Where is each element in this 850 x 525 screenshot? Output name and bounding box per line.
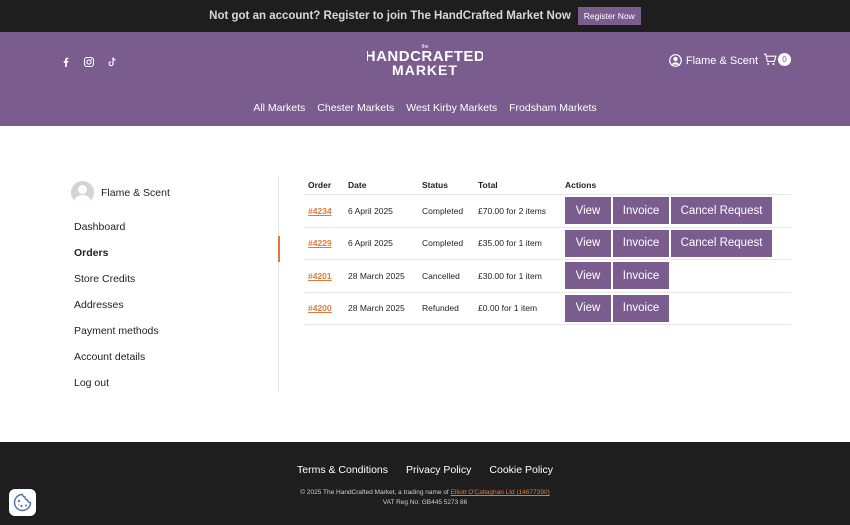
account-name: Flame & Scent	[685, 54, 758, 67]
table-row: #4200 28 March 2025 Refunded £0.00 for 1…	[304, 292, 791, 325]
sidebar-item-addresses[interactable]: Addresses	[71, 292, 278, 318]
order-status: Refunded	[418, 292, 474, 325]
invoice-button[interactable]: Invoice	[613, 229, 669, 257]
sidebar-user-name: Flame & Scent	[101, 186, 170, 199]
order-total: £70.00 for 2 items	[474, 194, 561, 228]
company-link[interactable]: Elliott O'Callaghan Ltd (14677390)	[451, 489, 550, 496]
site-logo[interactable]: the HANDCRAFTED MARKET	[365, 43, 485, 79]
order-date: 28 March 2025	[344, 259, 418, 293]
invoice-button[interactable]: Invoice	[613, 262, 669, 290]
cookie-policy-link[interactable]: Cookie Policy	[489, 464, 553, 476]
order-number-link[interactable]: #4229	[304, 227, 344, 260]
account-link[interactable]: Flame & Scent	[668, 54, 758, 67]
account-sidebar: Flame & Scent Dashboard Orders Store Cre…	[71, 176, 280, 392]
site-footer: Terms & Conditions Privacy Policy Cookie…	[0, 442, 850, 525]
announcement-bar: Not got an account? Register to join The…	[0, 0, 850, 32]
account-menu: Dashboard Orders Store Credits Addresses…	[71, 214, 278, 396]
view-order-button[interactable]: View	[565, 294, 611, 322]
order-total: £35.00 for 1 item	[474, 227, 561, 260]
nav-frodsham-markets[interactable]: Frodsham Markets	[509, 102, 597, 114]
cart-button[interactable]: 0	[763, 53, 791, 66]
table-row: #4229 6 April 2025 Completed £35.00 for …	[304, 227, 791, 260]
column-header-order: Order	[304, 176, 344, 195]
order-actions: View Invoice Cancel Request	[561, 194, 791, 228]
nav-all-markets[interactable]: All Markets	[253, 102, 305, 114]
svg-text:MARKET: MARKET	[392, 62, 458, 78]
sidebar-item-store-credits[interactable]: Store Credits	[71, 266, 278, 292]
invoice-button[interactable]: Invoice	[613, 294, 669, 322]
invoice-button[interactable]: Invoice	[613, 197, 669, 225]
sidebar-user: Flame & Scent	[71, 181, 278, 204]
order-actions: View Invoice Cancel Request	[561, 227, 791, 260]
tiktok-icon[interactable]	[106, 55, 118, 67]
order-number-link[interactable]: #4200	[304, 292, 344, 325]
order-date: 6 April 2025	[344, 227, 418, 260]
cookie-icon	[13, 493, 32, 512]
copyright-text: © 2025 The HandCrafted Market, a trading…	[300, 489, 449, 496]
order-actions: View Invoice	[561, 259, 791, 293]
cookie-settings-button[interactable]	[9, 489, 36, 516]
order-actions: View Invoice	[561, 292, 791, 325]
nav-chester-markets[interactable]: Chester Markets	[317, 102, 394, 114]
terms-link[interactable]: Terms & Conditions	[297, 464, 388, 476]
sidebar-item-dashboard[interactable]: Dashboard	[71, 214, 278, 240]
user-icon	[668, 54, 682, 67]
sidebar-item-orders[interactable]: Orders	[71, 240, 278, 266]
active-indicator	[278, 236, 280, 262]
site-header: the HANDCRAFTED MARKET Flame & Scent 0 A…	[0, 32, 850, 126]
footer-links: Terms & Conditions Privacy Policy Cookie…	[0, 464, 850, 476]
cancel-request-button[interactable]: Cancel Request	[671, 229, 772, 257]
order-date: 28 March 2025	[344, 292, 418, 325]
footer-copyright: © 2025 The HandCrafted Market, a trading…	[0, 488, 850, 508]
cancel-request-button[interactable]: Cancel Request	[671, 197, 772, 225]
orders-table: Order Date Status Total Actions #4234 6 …	[304, 176, 791, 325]
nav-west-kirby-markets[interactable]: West Kirby Markets	[406, 102, 497, 114]
vat-number: VAT Reg No: GB445 5273 86	[382, 499, 468, 506]
view-order-button[interactable]: View	[565, 229, 611, 257]
order-status: Cancelled	[418, 259, 474, 293]
main-navigation: All Markets Chester Markets West Kirby M…	[0, 102, 850, 114]
instagram-icon[interactable]	[83, 55, 95, 68]
column-header-status: Status	[418, 176, 474, 195]
privacy-policy-link[interactable]: Privacy Policy	[406, 464, 471, 476]
order-number-link[interactable]: #4234	[304, 194, 344, 228]
order-status: Completed	[418, 227, 474, 260]
facebook-icon[interactable]	[60, 55, 72, 67]
register-now-button[interactable]: Register Now	[577, 7, 641, 25]
column-header-total: Total	[474, 176, 561, 195]
sidebar-item-log-out[interactable]: Log out	[71, 370, 278, 396]
order-status: Completed	[418, 194, 474, 228]
cart-icon	[763, 53, 777, 65]
table-row: #4234 6 April 2025 Completed £70.00 for …	[304, 194, 791, 228]
sidebar-item-account-details[interactable]: Account details	[71, 344, 278, 370]
column-header-actions: Actions	[561, 176, 791, 195]
order-number-link[interactable]: #4201	[304, 259, 344, 293]
sidebar-item-payment-methods[interactable]: Payment methods	[71, 318, 278, 344]
social-links	[60, 55, 118, 68]
cart-count-badge: 0	[778, 53, 791, 66]
announcement-text: Not got an account? Register to join The…	[209, 10, 571, 22]
order-total: £30.00 for 1 item	[474, 259, 561, 293]
orders-header-row: Order Date Status Total Actions	[304, 176, 791, 195]
order-total: £0.00 for 1 item	[474, 292, 561, 325]
table-row: #4201 28 March 2025 Cancelled £30.00 for…	[304, 259, 791, 293]
avatar	[71, 181, 94, 204]
column-header-date: Date	[344, 176, 418, 195]
order-date: 6 April 2025	[344, 194, 418, 228]
view-order-button[interactable]: View	[565, 197, 611, 225]
view-order-button[interactable]: View	[565, 262, 611, 290]
orders-section: Order Date Status Total Actions #4234 6 …	[304, 176, 791, 325]
